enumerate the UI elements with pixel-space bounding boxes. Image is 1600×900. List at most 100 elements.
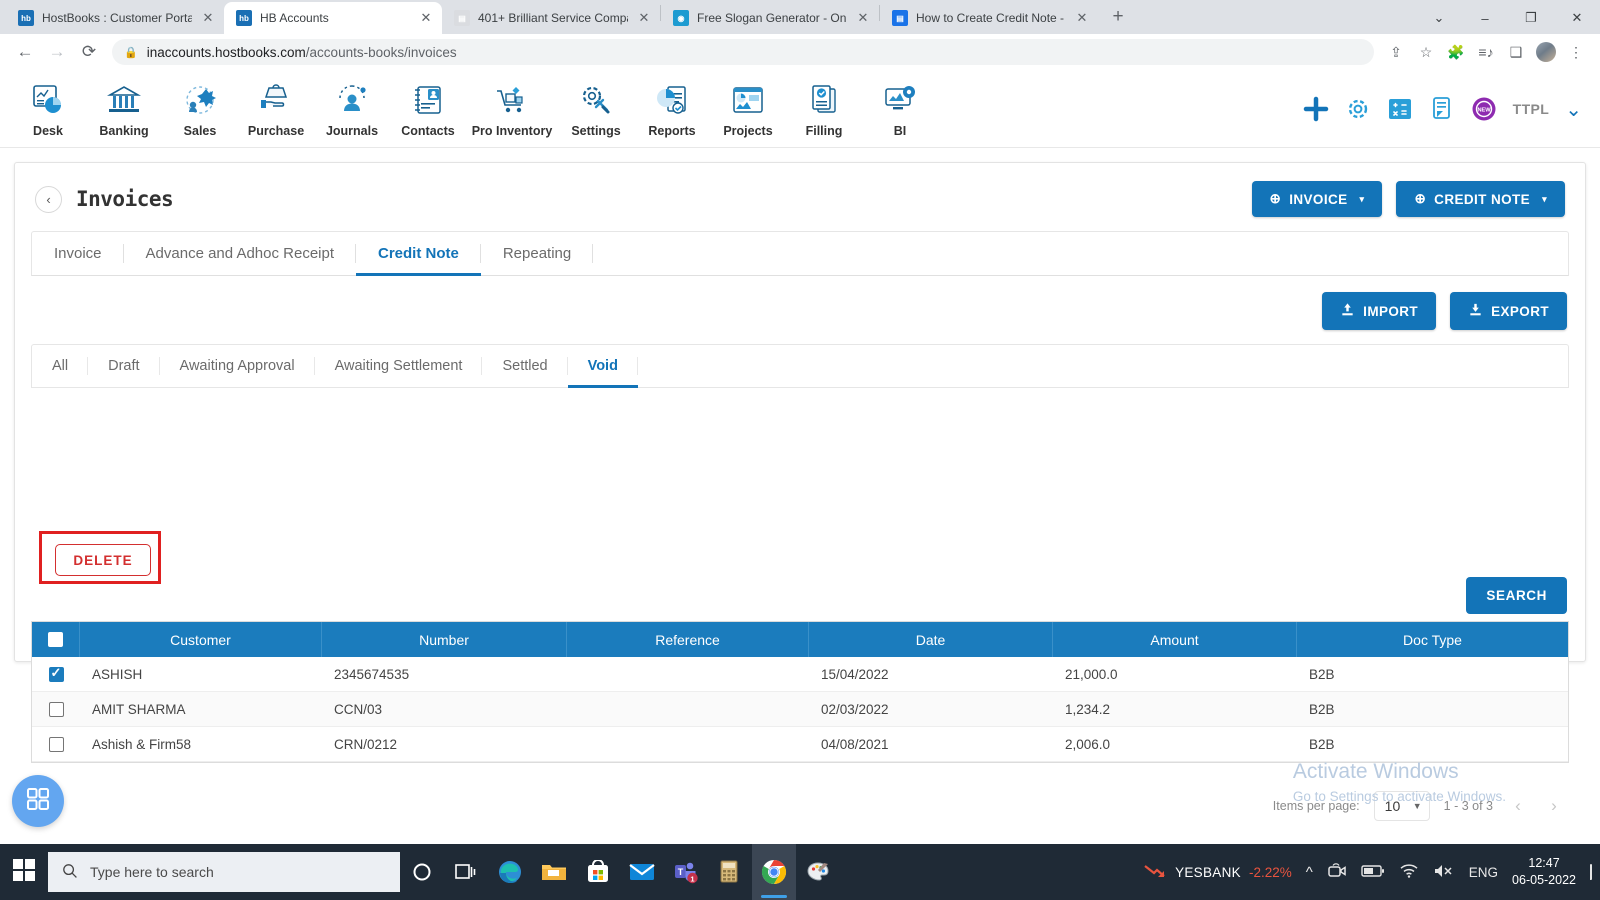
table-row[interactable]: AMIT SHARMA CCN/03 02/03/2022 1,234.2 B2… bbox=[32, 692, 1568, 727]
row-checkbox[interactable] bbox=[32, 692, 80, 726]
tab-credit-note[interactable]: Credit Note bbox=[356, 232, 481, 276]
module-bi[interactable]: BI bbox=[862, 80, 938, 138]
language-indicator[interactable]: ENG bbox=[1469, 865, 1498, 880]
row-customer[interactable]: AMIT SHARMA bbox=[80, 692, 322, 726]
file-explorer-icon[interactable] bbox=[532, 844, 576, 900]
edge-icon[interactable] bbox=[488, 844, 532, 900]
mail-icon[interactable] bbox=[620, 844, 664, 900]
module-sales[interactable]: Sales bbox=[162, 80, 238, 138]
module-pro-inventory[interactable]: Pro Inventory bbox=[466, 80, 558, 138]
table-row[interactable]: ASHISH 2345674535 15/04/2022 21,000.0 B2… bbox=[32, 657, 1568, 692]
tab-invoice[interactable]: Invoice bbox=[32, 232, 124, 275]
row-checkbox[interactable] bbox=[32, 727, 80, 761]
browser-tab-3[interactable]: ◉ Free Slogan Generator - Online T ✕ bbox=[661, 2, 879, 34]
column-header-date[interactable]: Date bbox=[809, 622, 1053, 657]
taskbar-search-box[interactable]: Type here to search bbox=[48, 852, 400, 892]
sidepanel-icon[interactable]: ❑ bbox=[1502, 38, 1530, 66]
calculator-app-icon[interactable] bbox=[708, 844, 752, 900]
share-icon[interactable]: ⇪ bbox=[1382, 38, 1410, 66]
calculator-icon[interactable] bbox=[1387, 96, 1413, 122]
notes-icon[interactable] bbox=[1429, 96, 1455, 122]
row-customer[interactable]: ASHISH bbox=[80, 657, 322, 691]
status-tab-draft[interactable]: Draft bbox=[88, 345, 160, 387]
new-tab-button[interactable]: + bbox=[1104, 3, 1132, 31]
module-settings[interactable]: Settings bbox=[558, 80, 634, 138]
start-button[interactable] bbox=[0, 844, 48, 900]
wifi-icon[interactable] bbox=[1399, 863, 1419, 882]
close-icon[interactable]: ✕ bbox=[855, 10, 871, 26]
apps-fab-button[interactable] bbox=[12, 775, 64, 827]
row-customer[interactable]: Ashish & Firm58 bbox=[80, 727, 322, 761]
clock[interactable]: 12:47 06-05-2022 bbox=[1512, 855, 1576, 889]
browser-tab-1[interactable]: hb HB Accounts ✕ bbox=[224, 2, 442, 34]
tab-search-icon[interactable]: ⌄ bbox=[1416, 10, 1462, 26]
reload-icon[interactable]: ⟳ bbox=[74, 37, 104, 67]
close-icon[interactable]: ✕ bbox=[636, 10, 652, 26]
prev-page-button[interactable]: ‹ bbox=[1507, 796, 1529, 816]
profile-avatar[interactable] bbox=[1532, 38, 1560, 66]
status-tab-awaiting-approval[interactable]: Awaiting Approval bbox=[160, 345, 315, 387]
battery-icon[interactable] bbox=[1361, 864, 1385, 881]
chrome-icon[interactable] bbox=[752, 844, 796, 900]
column-header-customer[interactable]: Customer bbox=[80, 622, 322, 657]
credit-note-button[interactable]: ⊕ CREDIT NOTE ▾ bbox=[1396, 181, 1565, 217]
microsoft-store-icon[interactable] bbox=[576, 844, 620, 900]
tab-repeating[interactable]: Repeating bbox=[481, 232, 594, 275]
module-journals[interactable]: Journals bbox=[314, 80, 390, 138]
browser-tab-0[interactable]: hb HostBooks : Customer Portal ✕ bbox=[6, 2, 224, 34]
next-page-button[interactable]: › bbox=[1543, 796, 1565, 816]
notification-icon[interactable] bbox=[1590, 864, 1592, 880]
module-filling[interactable]: Filling bbox=[786, 80, 862, 138]
back-icon[interactable]: ← bbox=[10, 37, 40, 67]
stock-ticker[interactable]: YESBANK -2.22% bbox=[1143, 863, 1292, 882]
search-button[interactable]: SEARCH bbox=[1466, 577, 1567, 614]
extensions-puzzle-icon[interactable]: 🧩 bbox=[1442, 38, 1470, 66]
close-icon[interactable]: ✕ bbox=[418, 10, 434, 26]
window-close-button[interactable]: ✕ bbox=[1554, 10, 1600, 26]
minimize-button[interactable]: – bbox=[1462, 11, 1508, 26]
meet-now-icon[interactable] bbox=[1327, 862, 1347, 883]
column-header-number[interactable]: Number bbox=[322, 622, 567, 657]
status-tab-void[interactable]: Void bbox=[567, 345, 639, 388]
status-tab-all[interactable]: All bbox=[32, 345, 89, 387]
delete-button[interactable]: DELETE bbox=[55, 544, 151, 576]
gear-icon[interactable] bbox=[1345, 96, 1371, 122]
teams-icon[interactable]: T1 bbox=[664, 844, 708, 900]
browser-tab-2[interactable]: ▤ 401+ Brilliant Service Company S ✕ bbox=[442, 2, 660, 34]
module-reports[interactable]: Reports bbox=[634, 80, 710, 138]
module-contacts[interactable]: Contacts bbox=[390, 80, 466, 138]
row-checkbox[interactable] bbox=[32, 657, 80, 691]
volume-muted-icon[interactable] bbox=[1433, 863, 1455, 882]
invoice-button[interactable]: ⊕ INVOICE ▾ bbox=[1251, 181, 1383, 217]
tray-expand-chevron-icon[interactable]: ^ bbox=[1306, 864, 1313, 881]
chevron-down-icon[interactable]: ⌄ bbox=[1565, 97, 1582, 122]
select-all-checkbox[interactable] bbox=[32, 622, 80, 657]
module-desk[interactable]: Desk bbox=[10, 80, 86, 138]
maximize-button[interactable]: ❐ bbox=[1508, 10, 1554, 26]
status-tab-settled[interactable]: Settled bbox=[482, 345, 568, 387]
module-projects[interactable]: Projects bbox=[710, 80, 786, 138]
column-header-reference[interactable]: Reference bbox=[567, 622, 809, 657]
address-bar[interactable]: 🔒 inaccounts.hostbooks.com/accounts-book… bbox=[112, 39, 1374, 65]
status-tab-awaiting-settlement[interactable]: Awaiting Settlement bbox=[315, 345, 483, 387]
forward-icon[interactable]: → bbox=[42, 37, 72, 67]
task-view-icon[interactable] bbox=[444, 844, 488, 900]
column-header-amount[interactable]: Amount bbox=[1053, 622, 1297, 657]
browser-tab-4[interactable]: ▤ How to Create Credit Note - Goo ✕ bbox=[880, 2, 1098, 34]
close-icon[interactable]: ✕ bbox=[1074, 10, 1090, 26]
module-banking[interactable]: Banking bbox=[86, 80, 162, 138]
reading-list-icon[interactable]: ≡♪ bbox=[1472, 38, 1500, 66]
new-badge-icon[interactable]: NEW bbox=[1471, 96, 1497, 122]
cortana-icon[interactable] bbox=[400, 844, 444, 900]
tab-advance-adhoc-receipt[interactable]: Advance and Adhoc Receipt bbox=[124, 232, 356, 275]
column-header-doc-type[interactable]: Doc Type bbox=[1297, 622, 1568, 657]
module-purchase[interactable]: Purchase bbox=[238, 80, 314, 138]
chrome-menu-icon[interactable]: ⋮ bbox=[1562, 38, 1590, 66]
import-button[interactable]: IMPORT bbox=[1322, 292, 1437, 330]
plus-icon[interactable] bbox=[1303, 96, 1329, 122]
paint-icon[interactable] bbox=[796, 844, 840, 900]
export-button[interactable]: EXPORT bbox=[1450, 292, 1567, 330]
table-row[interactable]: Ashish & Firm58 CRN/0212 04/08/2021 2,00… bbox=[32, 727, 1568, 762]
bookmark-star-icon[interactable]: ☆ bbox=[1412, 38, 1440, 66]
close-icon[interactable]: ✕ bbox=[200, 10, 216, 26]
